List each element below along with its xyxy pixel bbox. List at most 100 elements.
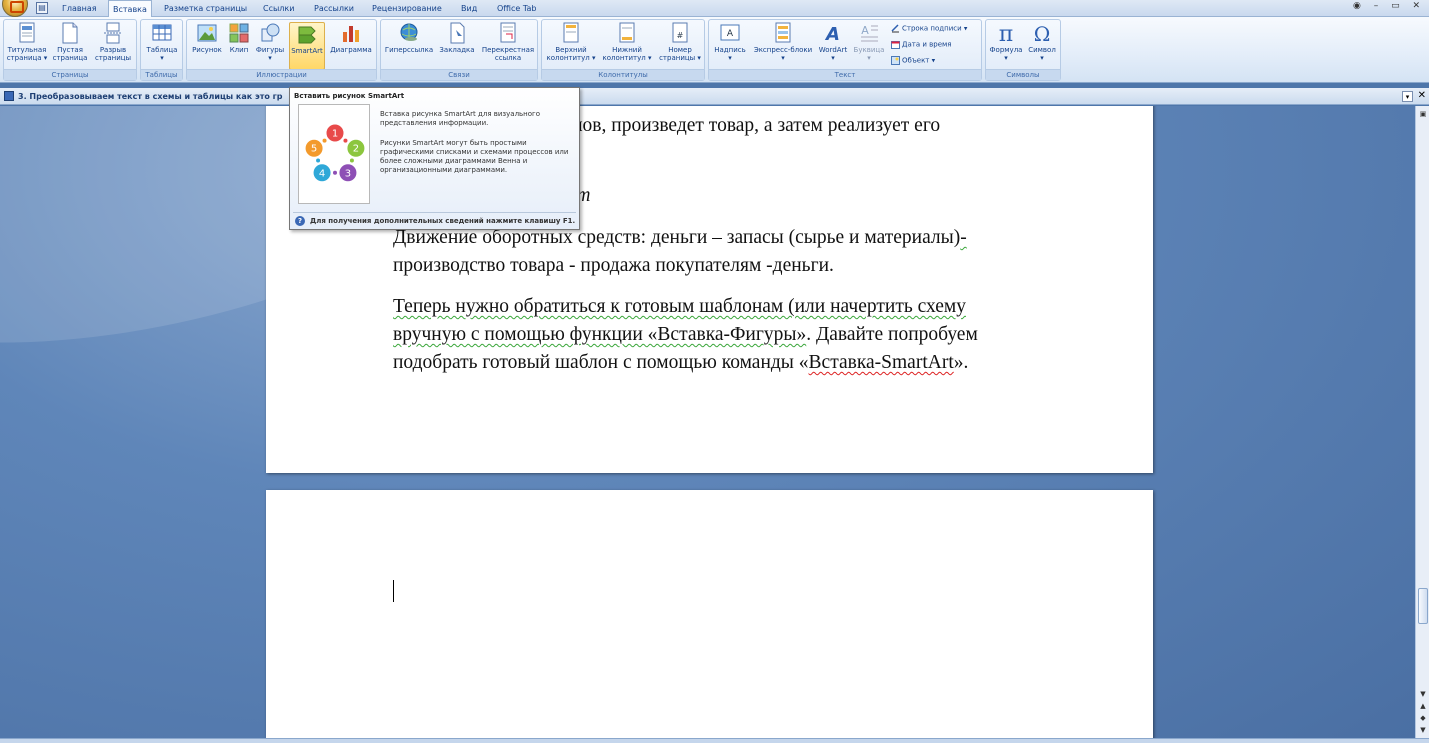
tab-page-layout[interactable]: Разметка страницы (160, 0, 251, 17)
quick-parts-button[interactable]: Экспресс-блоки ▾ (751, 22, 815, 62)
cycle-connector (322, 138, 327, 143)
cycle-connector (349, 158, 354, 163)
title-page-icon (19, 22, 35, 43)
symbol-button[interactable]: Ω Символ ▾ (1024, 22, 1060, 62)
smartart-icon (298, 26, 316, 44)
tab-mailings[interactable]: Рассылки (310, 0, 358, 17)
group-illustrations-label: Иллюстрации (187, 69, 376, 80)
scrollbar-thumb[interactable] (1418, 588, 1428, 624)
doc-para-2-line-2-rest: . Давайте попробуем (806, 324, 978, 345)
doc-para-2-line-3-start: подобрать готовый шаблон с помощью коман… (393, 352, 809, 373)
header-label: Верхний колонтитул ▾ (546, 46, 596, 62)
picture-icon (197, 24, 217, 42)
blank-page-icon (62, 22, 78, 44)
tab-office-tab[interactable]: Office Tab (493, 0, 540, 17)
date-time-label: Дата и время (902, 40, 952, 49)
tooltip-description-2: Рисунки SmartArt могут быть простыми гра… (380, 139, 569, 174)
tooltip-description-1: Вставка рисунка SmartArt для визуального… (380, 110, 540, 127)
bookmark-button[interactable]: Закладка (437, 22, 477, 54)
group-header-footer: Верхний колонтитул ▾ Нижний колонтитул ▾… (541, 19, 705, 81)
shapes-button[interactable]: Фигуры ▾ (253, 22, 287, 62)
picture-button[interactable]: Рисунок (189, 22, 225, 54)
tooltip-help-text: Для получения дополнительных сведений на… (310, 217, 576, 225)
scroll-down-arrow-icon[interactable]: ▼ (1417, 688, 1429, 700)
ribbon: Титульная страница ▾ Пустая страница Раз… (0, 17, 1429, 83)
tab-home[interactable]: Главная (58, 0, 101, 17)
cycle-node-label: 1 (332, 129, 338, 140)
textbox-label: Надпись ▾ (714, 46, 746, 62)
equation-button[interactable]: π Формула ▾ (988, 22, 1024, 62)
office-button[interactable] (2, 0, 28, 17)
bookmark-icon (450, 22, 465, 44)
page-number-button[interactable]: # Номер страницы ▾ (656, 22, 704, 62)
clip-art-icon (229, 23, 249, 43)
chart-button[interactable]: Диаграмма (327, 22, 375, 54)
doc-para-2-line-3-misspelled: Вставка-SmartArt (808, 352, 954, 373)
quick-parts-icon (775, 22, 791, 43)
next-page-icon[interactable]: ▼ (1417, 724, 1429, 736)
tab-references[interactable]: Ссылки (259, 0, 298, 17)
svg-text:A: A (727, 29, 734, 39)
wordart-button[interactable]: A WordArt ▾ (815, 22, 851, 62)
textbox-button[interactable]: A Надпись ▾ (711, 22, 749, 62)
doc-para-1-line-1: Движение оборотных средств: деньги – зап… (393, 227, 967, 249)
doc-para-2-line-2: вручную с помощью функции «Вставка-Фигур… (393, 324, 978, 346)
smartart-preview: 1 2 3 4 5 (298, 104, 370, 204)
hyperlink-button[interactable]: Гиперссылка (383, 22, 435, 54)
doc-para-1-line-2: производство товара - продажа покупателя… (393, 255, 834, 276)
footer-button[interactable]: Нижний колонтитул ▾ (600, 22, 654, 62)
previous-page-icon[interactable]: ▲ (1417, 700, 1429, 712)
quick-access-save-icon[interactable]: ▤ (36, 2, 48, 14)
quick-parts-label: Экспресс-блоки ▾ (753, 46, 813, 62)
group-tables-label: Таблицы (141, 69, 182, 80)
doc-line-1: алов, произведет товар, а затем реализуе… (564, 115, 941, 136)
cycle-node-label: 2 (353, 144, 359, 155)
signature-line-icon (891, 24, 899, 33)
header-button[interactable]: Верхний колонтитул ▾ (544, 22, 598, 62)
browse-object-icon[interactable]: ◆ (1417, 712, 1429, 724)
table-button[interactable]: Таблица ▾ (142, 22, 182, 62)
signature-line-button[interactable]: Строка подписи ▾ (891, 24, 967, 34)
document-workspace: алов, произведет товар, а затем реализуе… (0, 106, 1415, 738)
tab-view[interactable]: Вид (457, 0, 481, 17)
footer-label: Нижний колонтитул ▾ (602, 46, 652, 62)
svg-text:Ω: Ω (1034, 22, 1051, 44)
clip-art-button[interactable]: Клип (227, 22, 251, 54)
doc-para-1-line-1-text: Движение оборотных средств: деньги – зап… (393, 227, 961, 248)
close-document-button[interactable]: ✕ (1418, 90, 1426, 101)
cycle-connector (316, 158, 321, 163)
signature-line-label: Строка подписи ▾ (902, 24, 968, 33)
title-page-label: Титульная страница ▾ (6, 46, 48, 62)
doc-para-2-line-3: подобрать готовый шаблон с помощью коман… (393, 352, 968, 374)
smartart-button[interactable]: SmartArt (289, 22, 325, 70)
tab-review[interactable]: Рецензирование (368, 0, 446, 17)
clip-art-label: Клип (229, 46, 249, 54)
blank-page-button[interactable]: Пустая страница (50, 22, 90, 62)
window-controls[interactable]: ◉ – ▭ ✕ (1353, 1, 1425, 11)
page-break-button[interactable]: Разрыв страницы (92, 22, 134, 62)
group-header-footer-label: Колонтитулы (542, 69, 704, 80)
date-time-button[interactable]: Дата и время (891, 40, 952, 50)
group-links: Гиперссылка Закладка Перекрестная ссылка… (380, 19, 538, 81)
table-icon (152, 24, 172, 41)
cycle-connector (343, 138, 348, 143)
header-icon (563, 22, 579, 43)
textbox-icon: A (720, 24, 740, 41)
svg-text:A: A (824, 24, 840, 44)
svg-text:A: A (861, 24, 869, 37)
ruler-toggle-icon[interactable]: ▣ (1417, 108, 1429, 120)
tab-insert[interactable]: Вставка (108, 0, 152, 18)
document-tab[interactable]: 3. Преобразовываем текст в схемы и табли… (4, 88, 304, 105)
object-button[interactable]: Объект ▾ (891, 56, 935, 66)
cross-reference-button[interactable]: Перекрестная ссылка (479, 22, 537, 62)
equation-label: Формула ▾ (989, 46, 1023, 62)
object-label: Объект ▾ (902, 56, 936, 65)
object-icon (891, 56, 900, 65)
document-page-2[interactable] (266, 490, 1153, 738)
footer-icon (619, 22, 635, 43)
title-page-button[interactable]: Титульная страница ▾ (6, 22, 48, 62)
group-symbols-label: Символы (986, 69, 1060, 80)
tab-list-dropdown[interactable]: ▾ (1402, 91, 1413, 102)
drop-cap-button[interactable]: A Буквица ▾ (851, 22, 887, 62)
vertical-scrollbar[interactable]: ▣ ▼ ▲ ◆ ▼ (1415, 106, 1429, 738)
